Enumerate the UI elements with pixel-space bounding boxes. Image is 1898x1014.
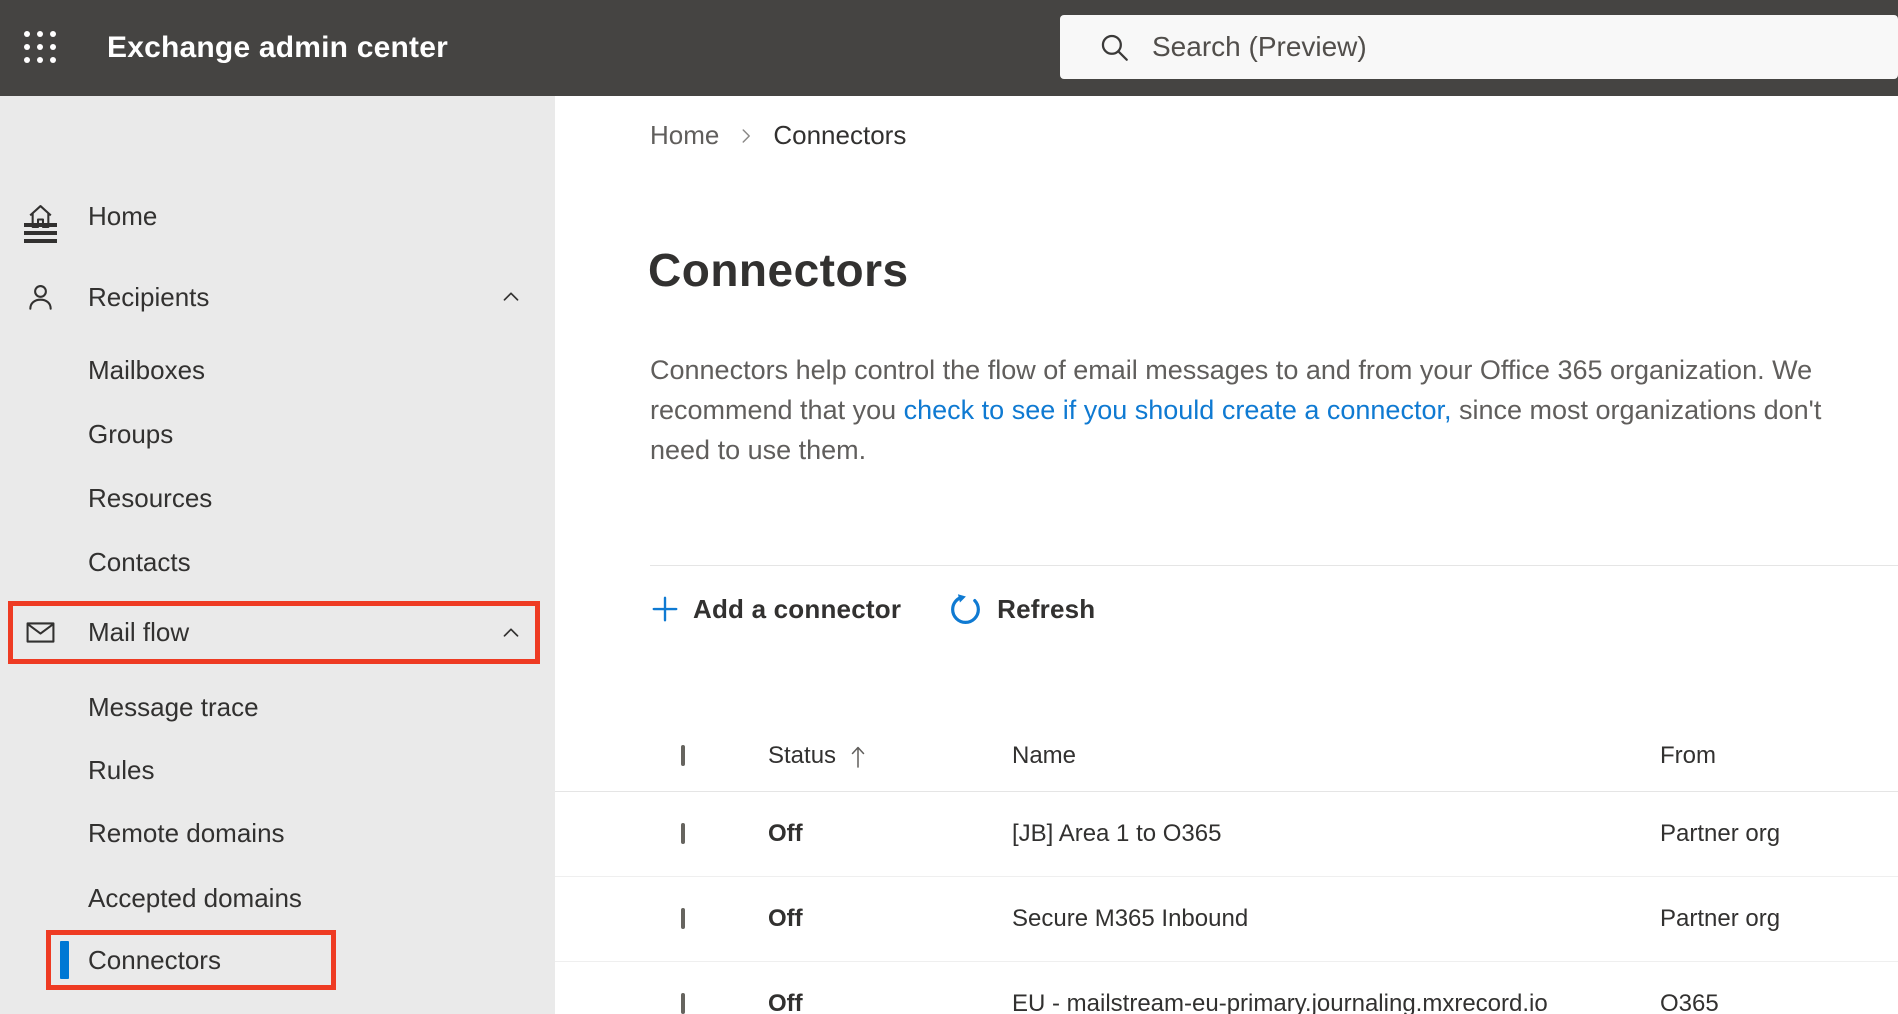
sidebar-item-label: Connectors — [88, 944, 221, 975]
sidebar-item-label: Mail flow — [88, 617, 190, 647]
sidebar-nav: Home Recipients Mailboxes Groups Resourc… — [0, 96, 555, 1014]
refresh-label: Refresh — [997, 593, 1096, 624]
chevron-up-icon[interactable] — [498, 284, 524, 310]
breadcrumb: Home Connectors — [650, 118, 906, 152]
column-header-label: Status — [768, 741, 837, 769]
connectors-table: Status Name From Off [JB] Area 1 to O365… — [555, 720, 1898, 1014]
search-input[interactable] — [1152, 15, 1872, 79]
column-header-status[interactable]: Status — [768, 741, 1012, 771]
app-launcher-icon[interactable] — [24, 31, 57, 64]
table-row[interactable]: Off Secure M365 Inbound Partner org — [555, 877, 1898, 962]
status-cell: Off — [768, 990, 803, 1014]
column-header-name[interactable]: Name — [1012, 742, 1660, 770]
sidebar-item-mailboxes[interactable]: Mailboxes — [0, 338, 555, 402]
page-description: Connectors help control the flow of emai… — [650, 350, 1870, 470]
sidebar-item-label: Groups — [88, 418, 174, 449]
table-row[interactable]: Off EU - mailstream-eu-primary.journalin… — [555, 962, 1898, 1014]
sidebar-item-label: Home — [88, 200, 158, 231]
sidebar-item-accepted-domains[interactable]: Accepted domains — [0, 866, 555, 930]
plus-icon — [652, 596, 678, 622]
chevron-up-icon[interactable] — [498, 620, 524, 646]
name-cell: EU - mailstream-eu-primary.journaling.mx… — [1012, 990, 1548, 1014]
sidebar-item-label: Resources — [88, 482, 213, 513]
table-row[interactable]: Off [JB] Area 1 to O365 Partner org — [555, 792, 1898, 877]
refresh-icon — [951, 593, 981, 624]
main-content: Home Connectors Connectors Connectors he… — [555, 96, 1898, 1014]
sidebar-item-home[interactable]: Home — [0, 184, 555, 248]
top-app-bar: Exchange admin center — [0, 0, 1898, 96]
sidebar-item-label: Mailboxes — [88, 354, 206, 385]
breadcrumb-home-link[interactable]: Home — [650, 120, 719, 151]
selected-indicator — [60, 941, 69, 979]
sidebar-item-message-trace[interactable]: Message trace — [0, 675, 555, 739]
table-header-row: Status Name From — [555, 720, 1898, 792]
sort-ascending-icon — [851, 746, 865, 768]
row-checkbox[interactable] — [681, 908, 685, 929]
sidebar-item-label: Rules — [88, 754, 155, 785]
sidebar-item-label: Contacts — [88, 546, 191, 577]
select-all-checkbox[interactable] — [681, 744, 685, 766]
sidebar-item-mail-flow[interactable]: Mail flow — [0, 601, 555, 664]
app-title: Exchange admin center — [107, 31, 448, 64]
search-icon — [1101, 34, 1128, 61]
sidebar-item-rules[interactable]: Rules — [0, 738, 555, 802]
sidebar-item-groups[interactable]: Groups — [0, 402, 555, 466]
sidebar-item-remote-domains[interactable]: Remote domains — [0, 801, 555, 865]
add-connector-button[interactable]: Add a connector — [650, 594, 901, 625]
create-connector-link[interactable]: check to see if you should create a conn… — [904, 395, 1452, 425]
mail-icon — [26, 622, 55, 643]
home-icon — [29, 204, 52, 228]
row-checkbox[interactable] — [681, 993, 685, 1014]
row-checkbox[interactable] — [681, 823, 685, 844]
column-header-label: Name — [1012, 741, 1077, 769]
from-cell: Partner org — [1660, 905, 1781, 932]
sidebar-item-label: Accepted domains — [88, 882, 302, 913]
chevron-right-icon — [735, 125, 757, 147]
toolbar-divider — [650, 565, 1898, 566]
breadcrumb-current: Connectors — [773, 119, 907, 150]
sidebar-item-recipients[interactable]: Recipients — [0, 265, 555, 329]
add-connector-label: Add a connector — [693, 593, 902, 624]
status-cell: Off — [768, 905, 803, 932]
sidebar-item-connectors[interactable]: Connectors — [0, 930, 555, 990]
sidebar-item-label: Remote domains — [88, 817, 285, 848]
sidebar-item-label: Recipients — [88, 281, 210, 312]
column-header-label: From — [1660, 741, 1716, 769]
name-cell: Secure M365 Inbound — [1012, 905, 1249, 932]
page-title: Connectors — [648, 244, 909, 296]
person-icon — [29, 284, 52, 310]
sidebar-item-resources[interactable]: Resources — [0, 466, 555, 530]
sidebar-item-contacts[interactable]: Contacts — [0, 530, 555, 594]
status-cell: Off — [768, 820, 803, 847]
command-bar: Add a connector Refresh — [650, 583, 1095, 635]
refresh-button[interactable]: Refresh — [947, 591, 1095, 628]
column-header-from[interactable]: From — [1660, 742, 1898, 770]
search-box[interactable] — [1060, 15, 1898, 79]
from-cell: O365 — [1660, 990, 1719, 1014]
sidebar-item-label: Message trace — [88, 691, 259, 722]
from-cell: Partner org — [1660, 820, 1781, 847]
name-cell: [JB] Area 1 to O365 — [1012, 820, 1222, 847]
